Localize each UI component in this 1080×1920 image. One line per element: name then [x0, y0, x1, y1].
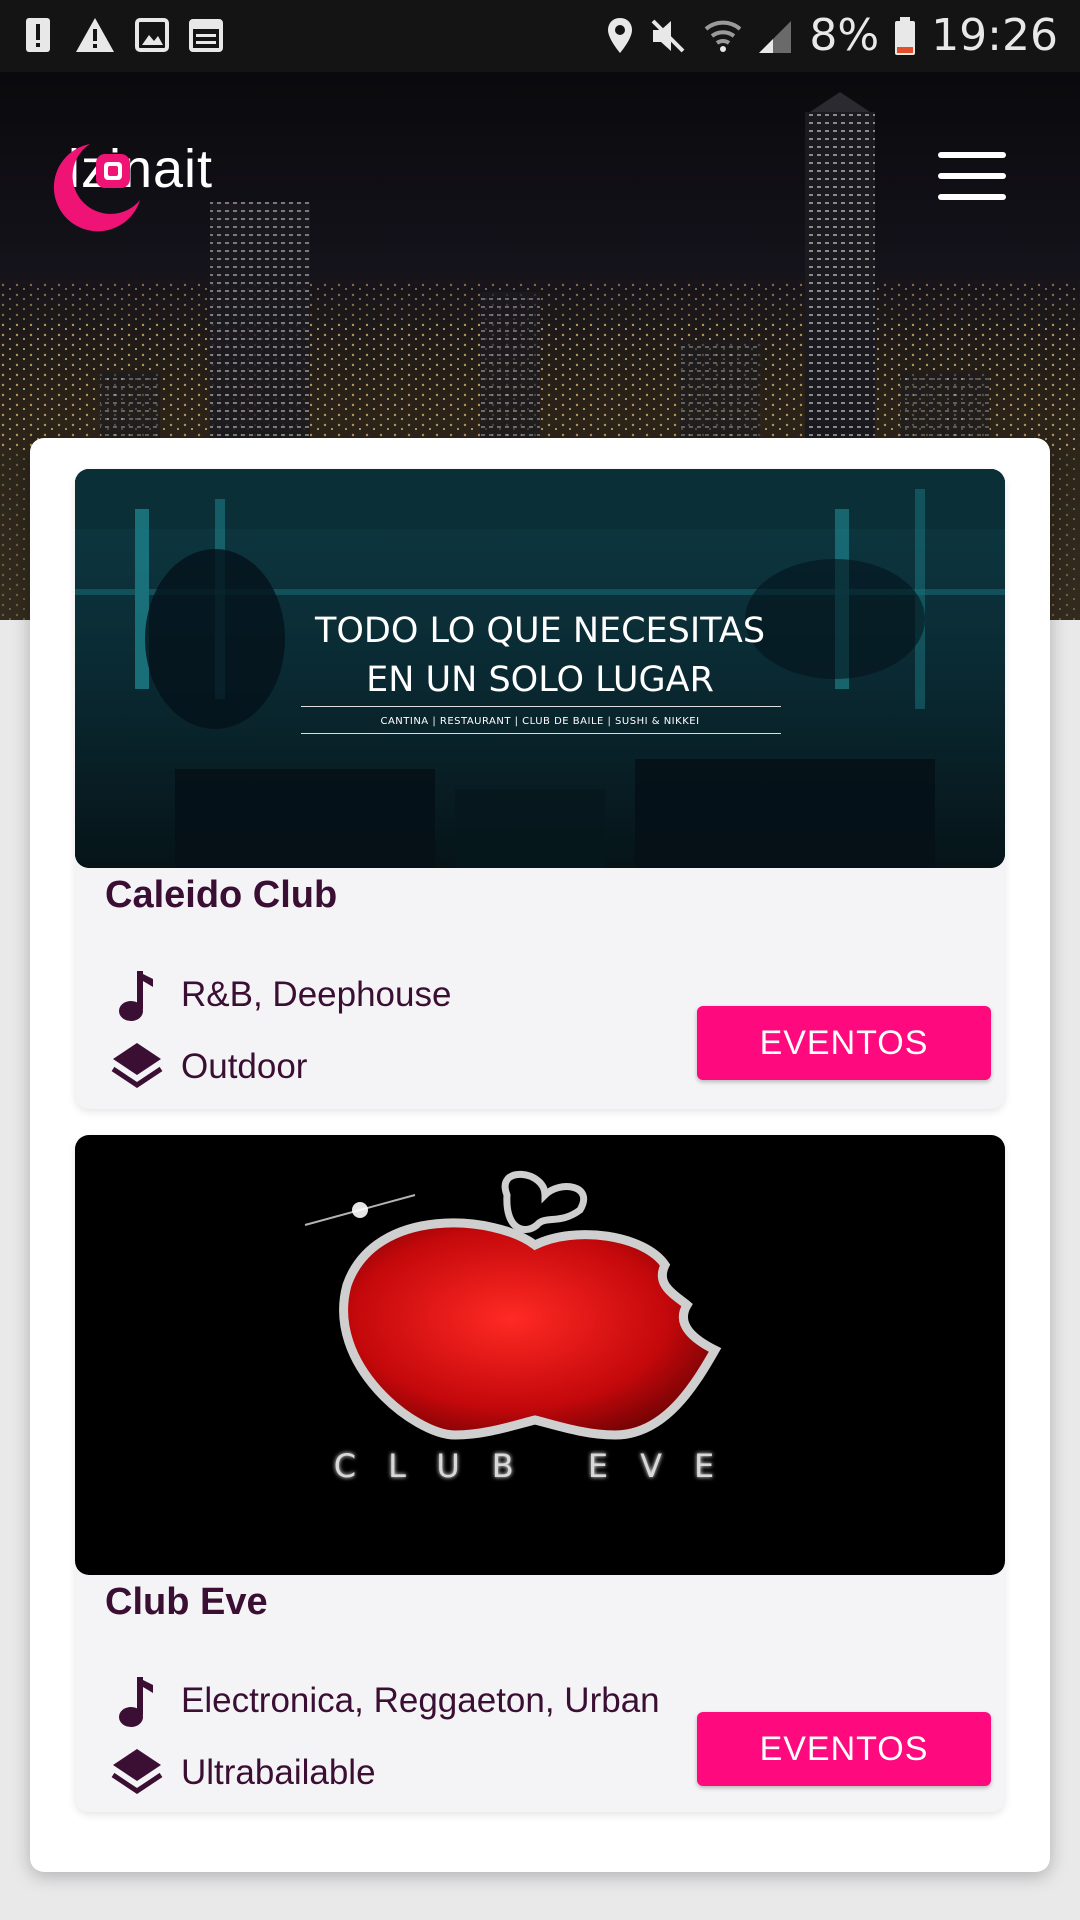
clock: 19:26 [931, 10, 1058, 61]
hamburger-menu-icon[interactable] [938, 152, 1006, 204]
headline-divider-top [301, 706, 781, 707]
club-image[interactable]: TODO LO QUE NECESITAS EN UN SOLO LUGAR C… [75, 469, 1005, 868]
brand-logo[interactable]: izinait [50, 138, 213, 232]
wifi-icon [705, 20, 742, 52]
music-note-icon [119, 971, 153, 1021]
mute-icon [651, 19, 685, 52]
music-genres-row: R&B, Deephouse [111, 967, 451, 1023]
headline-divider-bottom [301, 733, 781, 734]
layers-icon [111, 1043, 163, 1089]
crescent-logo-icon [53, 144, 140, 232]
club-eve-apple-logo [304, 1170, 722, 1440]
eventos-button[interactable]: EVENTOS [697, 1712, 991, 1786]
music-genres: R&B, Deephouse [181, 975, 452, 1014]
alert-box-icon [26, 18, 50, 52]
music-note-icon [119, 1677, 153, 1727]
warning-icon [76, 18, 114, 52]
music-genres: Electronica, Reggaeton, Urban [181, 1681, 660, 1720]
image-subline: CANTINA | RESTAURANT | CLUB DE BAILE | S… [380, 716, 700, 727]
club-list-panel: TODO LO QUE NECESITAS EN UN SOLO LUGAR C… [30, 438, 1050, 1872]
signal-icon [759, 20, 792, 53]
status-bar: 8% 19:26 [0, 0, 1080, 72]
calendar-icon [189, 19, 223, 52]
club-name[interactable]: Caleido Club [105, 874, 337, 917]
location-icon [608, 17, 633, 53]
club-eve-logo-text: CLUB EVE [333, 1447, 747, 1485]
club-card[interactable]: TODO LO QUE NECESITAS EN UN SOLO LUGAR C… [75, 469, 1005, 1109]
club-name[interactable]: Club Eve [105, 1581, 268, 1624]
image-icon [135, 18, 169, 52]
image-headline-line1: TODO LO QUE NECESITAS [314, 611, 766, 651]
venue-type: Ultrabailable [181, 1753, 376, 1792]
layers-icon [111, 1749, 163, 1795]
venue-type: Outdoor [181, 1047, 308, 1086]
battery-icon [895, 16, 916, 55]
eventos-button[interactable]: EVENTOS [697, 1006, 991, 1080]
battery-percent: 8% [809, 10, 880, 61]
music-genres-row: Electronica, Reggaeton, Urban [111, 1673, 660, 1729]
venue-type-row: Outdoor [111, 1039, 307, 1095]
image-headline-line2: EN UN SOLO LUGAR [366, 660, 714, 700]
venue-type-row: Ultrabailable [111, 1745, 376, 1801]
club-card[interactable]: CLUB EVE Club Eve Electronica, Reggaeton… [75, 1135, 1005, 1812]
club-image[interactable]: CLUB EVE [75, 1135, 1005, 1575]
